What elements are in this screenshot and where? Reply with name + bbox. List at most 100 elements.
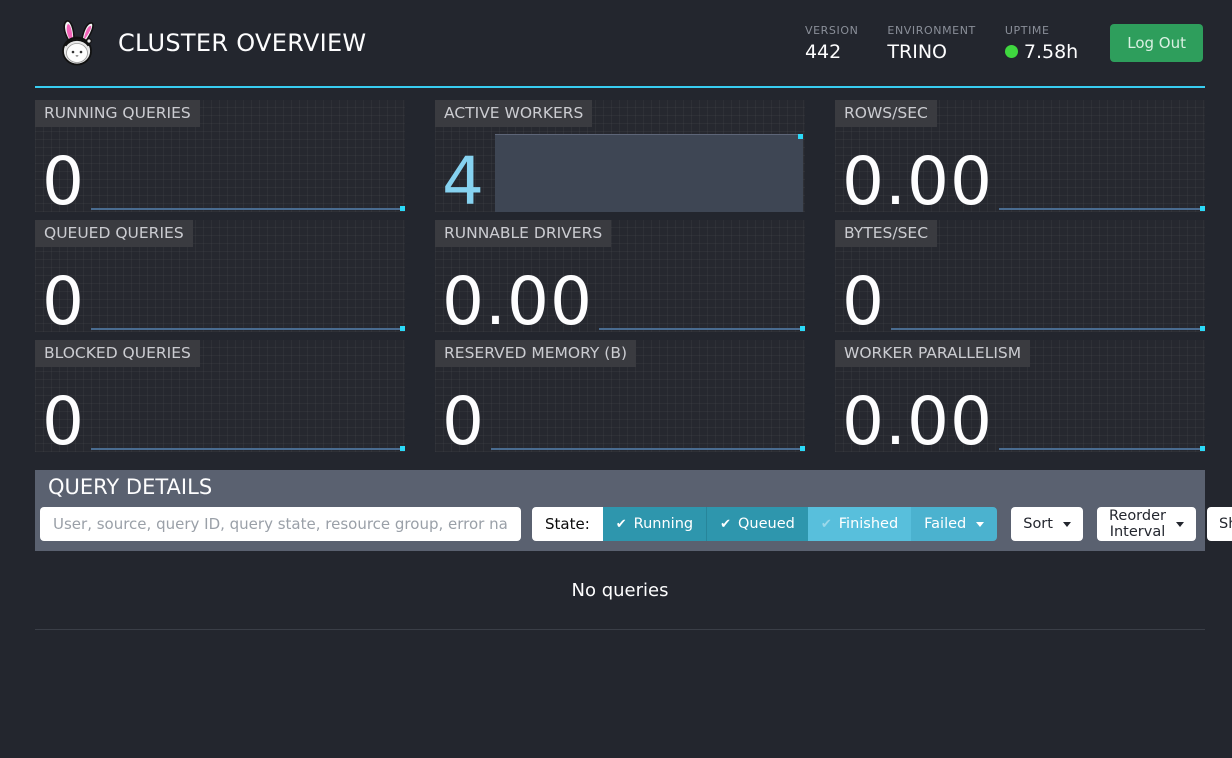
- no-queries-message: No queries: [35, 551, 1205, 630]
- sparkline-line: [91, 448, 401, 450]
- metric-value: 0: [835, 271, 885, 332]
- metric-panel-bytes-per-sec: BYTES/SEC 0: [835, 220, 1205, 332]
- sparkline-endpoint-dot: [400, 326, 405, 331]
- metric-label: RUNNING QUERIES: [35, 100, 200, 127]
- state-filter-running-label: Running: [634, 516, 693, 532]
- sparkline-line: [999, 208, 1201, 210]
- sparkline-endpoint-dot: [798, 134, 803, 139]
- trino-bunny-logo-icon: [55, 19, 99, 67]
- metric-panel-queued-queries: QUEUED QUERIES 0: [35, 220, 405, 332]
- sparkline: [891, 254, 1205, 332]
- sort-label: Sort: [1023, 516, 1053, 532]
- caret-down-icon: [1063, 522, 1071, 527]
- sparkline: [999, 134, 1205, 212]
- sparkline-endpoint-dot: [400, 206, 405, 211]
- state-filter-failed-label: Failed: [924, 516, 966, 532]
- check-icon: ✔: [821, 517, 832, 532]
- sparkline: [491, 374, 805, 452]
- uptime-status-dot-icon: [1005, 45, 1018, 58]
- caret-down-icon: [976, 522, 984, 527]
- check-icon: ✔: [720, 517, 731, 532]
- sparkline-endpoint-dot: [800, 446, 805, 451]
- stat-version: VERSION 442: [805, 24, 858, 63]
- sort-dropdown-button[interactable]: Sort: [1011, 507, 1083, 541]
- metric-value: 0.00: [435, 271, 593, 332]
- sparkline: [91, 134, 405, 212]
- metric-label: QUEUED QUERIES: [35, 220, 193, 247]
- sparkline: [999, 374, 1205, 452]
- log-out-button[interactable]: Log Out: [1110, 24, 1203, 62]
- caret-down-icon: [1176, 522, 1184, 527]
- metric-panel-runnable-drivers: RUNNABLE DRIVERS 0.00: [435, 220, 805, 332]
- stat-environment-value: TRINO: [887, 41, 975, 63]
- sparkline-line: [599, 328, 801, 330]
- metric-label: ROWS/SEC: [835, 100, 937, 127]
- stat-environment-label: ENVIRONMENT: [887, 24, 975, 37]
- sparkline: [91, 254, 405, 332]
- state-filter-queued-label: Queued: [738, 516, 795, 532]
- stat-version-label: VERSION: [805, 24, 858, 37]
- metric-panel-rows-per-sec: ROWS/SEC 0.00: [835, 100, 1205, 212]
- metric-label: RUNNABLE DRIVERS: [435, 220, 611, 247]
- sparkline-line: [91, 208, 401, 210]
- sparkline-endpoint-dot: [1200, 326, 1205, 331]
- metric-value: 0.00: [835, 151, 993, 212]
- sparkline-endpoint-dot: [1200, 446, 1205, 451]
- check-icon: ✔: [616, 517, 627, 532]
- metric-value: 0.00: [835, 391, 993, 452]
- stat-uptime-label: UPTIME: [1005, 24, 1078, 37]
- query-details-toolbar: State: ✔ Running ✔ Queued ✔ Finished Fa: [35, 507, 1205, 551]
- sparkline-line: [491, 448, 801, 450]
- metric-label: BLOCKED QUERIES: [35, 340, 200, 367]
- sparkline-line: [999, 448, 1201, 450]
- metric-panel-blocked-queries: BLOCKED QUERIES 0: [35, 340, 405, 452]
- metric-panel-running-queries: RUNNING QUERIES 0: [35, 100, 405, 212]
- reorder-interval-dropdown-button[interactable]: Reorder Interval: [1097, 507, 1196, 541]
- state-filter-finished-label: Finished: [839, 516, 898, 532]
- state-filter-finished-button[interactable]: ✔ Finished: [808, 507, 911, 541]
- metric-label: WORKER PARALLELISM: [835, 340, 1030, 367]
- stat-uptime: UPTIME 7.58h: [1005, 24, 1078, 63]
- sparkline-fill-area: [495, 134, 803, 212]
- metric-value: 4: [435, 151, 485, 212]
- metric-label: BYTES/SEC: [835, 220, 937, 247]
- sparkline-endpoint-dot: [800, 326, 805, 331]
- cluster-stats: VERSION 442 ENVIRONMENT TRINO UPTIME 7.5…: [805, 24, 1078, 63]
- metric-panel-worker-parallelism: WORKER PARALLELISM 0.00: [835, 340, 1205, 452]
- sparkline-endpoint-dot: [400, 446, 405, 451]
- metric-panel-active-workers: ACTIVE WORKERS 4: [435, 100, 805, 212]
- metric-label: RESERVED MEMORY (B): [435, 340, 636, 367]
- state-filter-running-button[interactable]: ✔ Running: [603, 507, 706, 541]
- stat-uptime-text: 7.58h: [1024, 41, 1078, 63]
- metric-label: ACTIVE WORKERS: [435, 100, 592, 127]
- stat-version-value: 442: [805, 41, 858, 63]
- metric-value: 0: [35, 151, 85, 212]
- top-nav: CLUSTER OVERVIEW VERSION 442 ENVIRONMENT…: [35, 0, 1205, 88]
- stat-uptime-value: 7.58h: [1005, 41, 1078, 63]
- state-filter-label: State:: [532, 507, 603, 541]
- sparkline-endpoint-dot: [1200, 206, 1205, 211]
- query-search-input[interactable]: [40, 507, 521, 541]
- sparkline: [91, 374, 405, 452]
- show-dropdown-button[interactable]: Show: [1207, 507, 1232, 541]
- metrics-grid: RUNNING QUERIES 0 ACTIVE WORKERS 4: [35, 100, 1205, 452]
- sparkline: [599, 254, 805, 332]
- sparkline: [495, 134, 803, 212]
- query-details-section: QUERY DETAILS State: ✔ Running ✔ Queued …: [35, 470, 1205, 630]
- page-title: CLUSTER OVERVIEW: [118, 29, 366, 57]
- reorder-interval-label: Reorder Interval: [1109, 508, 1166, 540]
- stat-environment: ENVIRONMENT TRINO: [887, 24, 975, 63]
- metric-value: 0: [435, 391, 485, 452]
- query-details-title: QUERY DETAILS: [35, 470, 1205, 507]
- metric-value: 0: [35, 271, 85, 332]
- metric-value: 0: [35, 391, 85, 452]
- state-filter-group: State: ✔ Running ✔ Queued ✔ Finished Fa: [532, 507, 997, 541]
- page-container: CLUSTER OVERVIEW VERSION 442 ENVIRONMENT…: [35, 0, 1205, 630]
- metric-panel-reserved-memory: RESERVED MEMORY (B) 0: [435, 340, 805, 452]
- state-filter-queued-button[interactable]: ✔ Queued: [706, 507, 808, 541]
- sparkline-line: [91, 328, 401, 330]
- query-details-header: QUERY DETAILS State: ✔ Running ✔ Queued …: [35, 470, 1205, 551]
- sparkline-line: [891, 328, 1201, 330]
- show-label: Show: [1219, 516, 1232, 532]
- state-filter-failed-dropdown-button[interactable]: Failed: [911, 507, 997, 541]
